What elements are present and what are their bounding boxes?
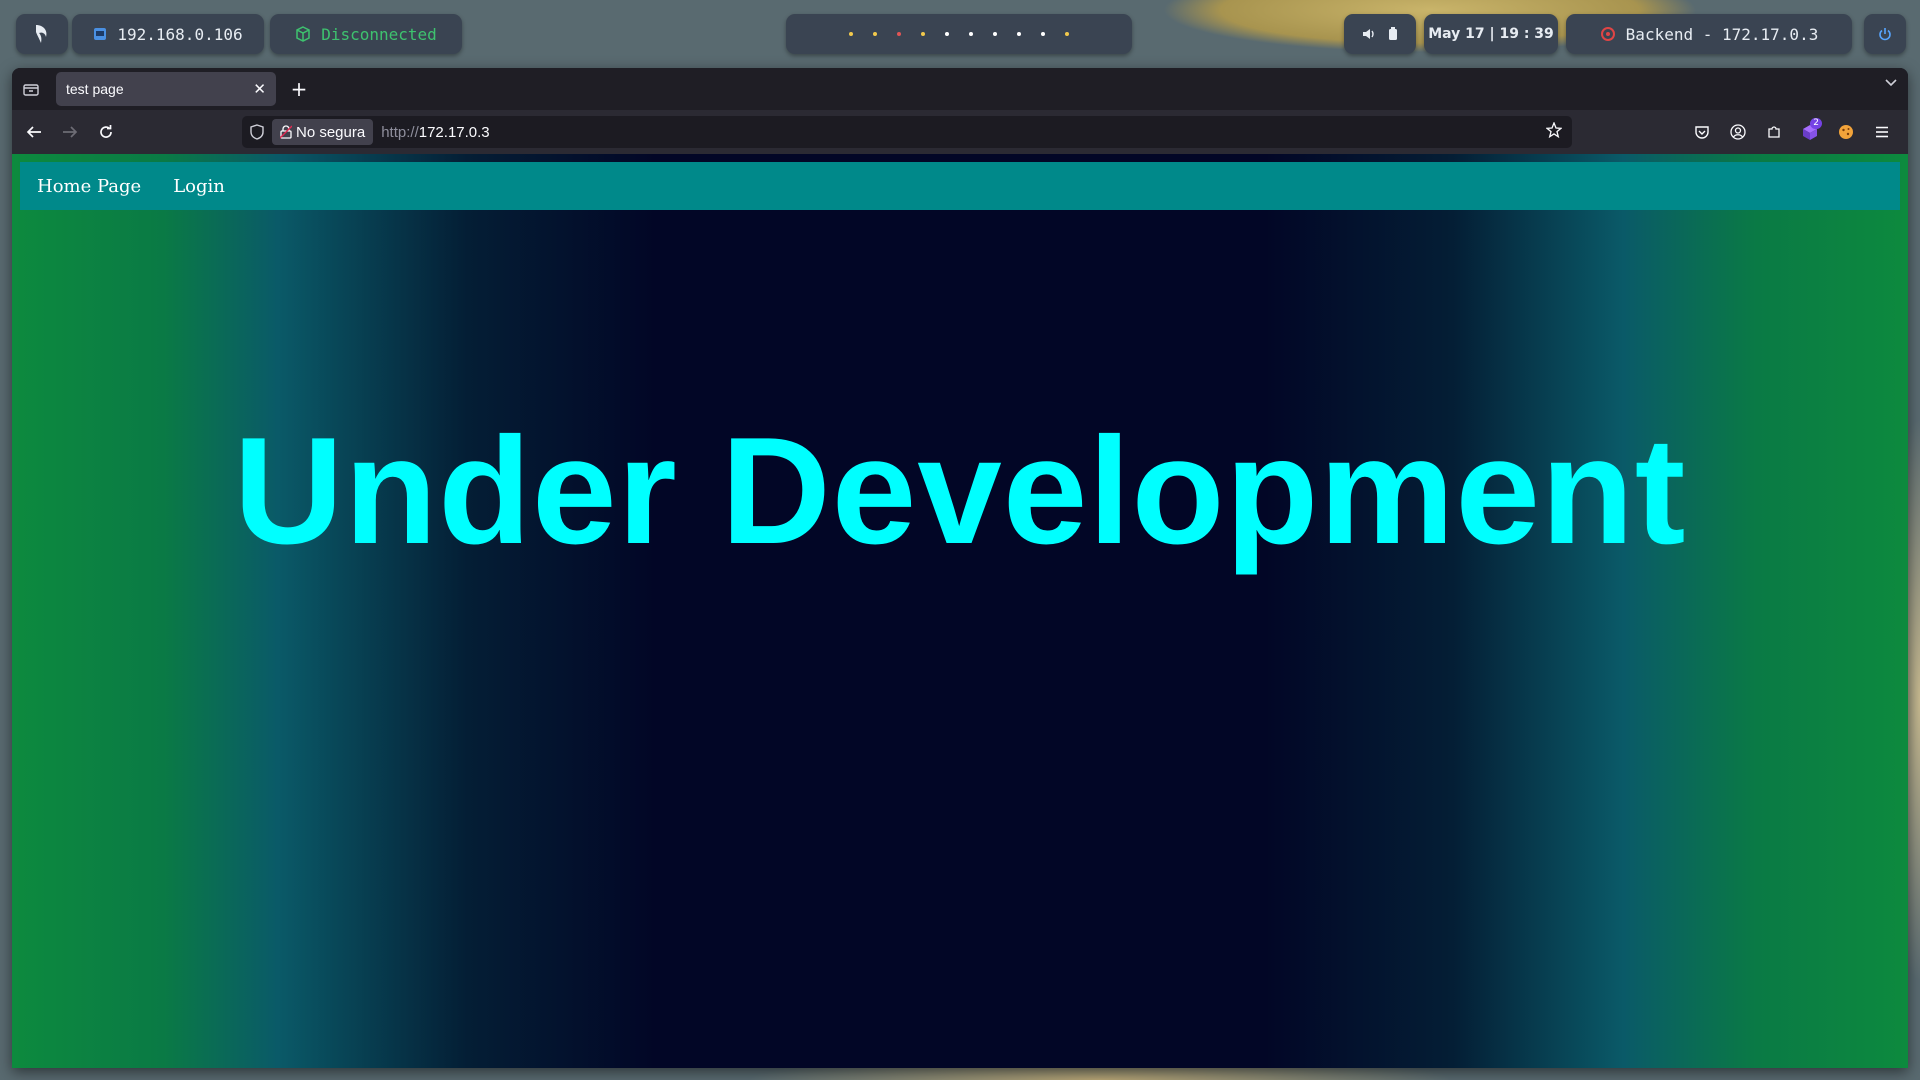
address-bar[interactable]: No segura http://172.17.0.3 — [242, 116, 1572, 148]
clock-text: May 17 | 19 : 39 — [1428, 26, 1554, 42]
reload-icon — [98, 124, 114, 140]
system-tray[interactable] — [1344, 14, 1416, 54]
url-scheme: http:// — [381, 123, 419, 141]
bookmark-star-icon[interactable] — [1546, 122, 1562, 138]
vpn-status-widget[interactable]: Disconnected — [270, 14, 462, 54]
workspace-switcher[interactable] — [786, 14, 1132, 54]
workspace-dot-10[interactable] — [1065, 32, 1069, 36]
page-headline: Under Development — [233, 406, 1687, 576]
nav-link-login[interactable]: Login — [173, 176, 225, 197]
target-icon — [1600, 26, 1616, 42]
workspace-dot-8[interactable] — [1017, 32, 1021, 36]
app-menu-hamburger[interactable] — [1864, 116, 1900, 148]
workspace-dot-9[interactable] — [1041, 32, 1045, 36]
site-navbar: Home Page Login — [20, 162, 1900, 210]
cookie-extension-icon — [1837, 123, 1855, 141]
workspace-dot-6[interactable] — [969, 32, 973, 36]
arrow-right-icon — [62, 125, 78, 139]
forward-button[interactable] — [52, 116, 88, 148]
power-button[interactable] — [1864, 14, 1906, 54]
close-tab-icon[interactable]: ✕ — [253, 80, 266, 98]
chevron-down-icon — [1884, 78, 1898, 88]
package-icon — [295, 26, 311, 42]
arrow-left-icon — [26, 125, 42, 139]
volume-icon[interactable] — [1362, 27, 1376, 41]
plus-icon: + — [290, 77, 308, 101]
nav-link-home-page[interactable]: Home Page — [37, 176, 141, 197]
target-widget[interactable]: Backend - 172.17.0.3 — [1566, 14, 1852, 54]
tab-title: test page — [66, 81, 124, 97]
ip-address-widget[interactable]: 192.168.0.106 — [72, 14, 264, 54]
workspace-dot-2[interactable] — [873, 32, 877, 36]
url-text[interactable]: http://172.17.0.3 — [381, 124, 489, 141]
power-icon — [1878, 27, 1892, 41]
tracking-protection-shield-icon[interactable] — [242, 124, 272, 140]
puzzle-icon — [1766, 124, 1782, 140]
workspace-dot-7[interactable] — [993, 32, 997, 36]
clock[interactable]: May 17 | 19 : 39 — [1424, 14, 1558, 54]
vpn-status-text: Disconnected — [321, 24, 437, 44]
pocket-button[interactable] — [1684, 116, 1720, 148]
web-page-content: Home Page Login Under Development — [12, 154, 1908, 1068]
ip-address-text: 192.168.0.106 — [117, 24, 243, 44]
app-menu-button[interactable] — [16, 14, 68, 54]
security-label: No segura — [296, 123, 366, 141]
tab-bar: test page ✕ + — [12, 68, 1908, 110]
parrot-logo-icon — [33, 23, 51, 45]
extension-badge-count: 2 — [1810, 118, 1822, 129]
url-host: 172.17.0.3 — [418, 123, 490, 141]
extension-purple-button[interactable]: 2 — [1792, 116, 1828, 148]
navigation-toolbar: No segura http://172.17.0.3 2 — [12, 110, 1908, 154]
workspace-dot-1[interactable] — [849, 32, 853, 36]
list-all-tabs-button[interactable] — [1884, 78, 1898, 88]
toolbar-right-buttons: 2 — [1684, 116, 1900, 148]
account-icon — [1730, 124, 1746, 140]
tab-test-page[interactable]: test page ✕ — [56, 72, 276, 106]
workspace-dot-5[interactable] — [945, 32, 949, 36]
reload-button[interactable] — [88, 116, 124, 148]
firefox-view-icon — [23, 82, 39, 96]
back-button[interactable] — [16, 116, 52, 148]
workspace-dot-3[interactable] — [897, 32, 901, 36]
browser-window: test page ✕ + No segura http://172.17.0.… — [12, 68, 1908, 1068]
new-tab-button[interactable]: + — [280, 72, 318, 106]
firefox-view-button[interactable] — [12, 68, 50, 110]
extension-orange-button[interactable] — [1828, 116, 1864, 148]
connection-insecure-button[interactable]: No segura — [272, 119, 374, 145]
extensions-button[interactable] — [1756, 116, 1792, 148]
target-text: Backend - 172.17.0.3 — [1625, 24, 1819, 44]
monitor-icon — [93, 27, 107, 41]
system-top-bar: 192.168.0.106 Disconnected May 17 | 19 :… — [0, 0, 1920, 66]
insecure-lock-icon — [280, 125, 292, 139]
battery-icon[interactable] — [1388, 27, 1398, 41]
workspace-dot-4[interactable] — [921, 32, 925, 36]
account-button[interactable] — [1720, 116, 1756, 148]
pocket-icon — [1694, 125, 1710, 140]
hamburger-menu-icon — [1874, 125, 1890, 139]
